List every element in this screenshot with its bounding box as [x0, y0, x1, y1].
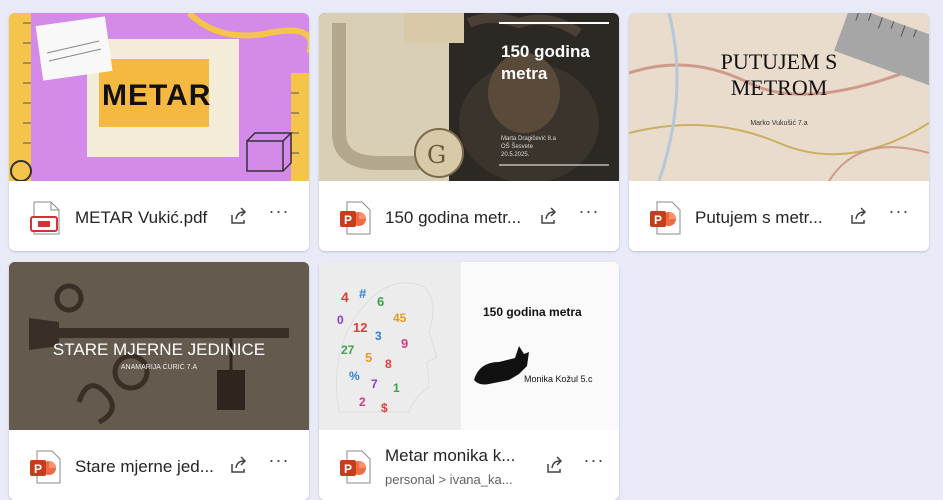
svg-text:6: 6: [377, 294, 384, 309]
svg-text:P: P: [654, 213, 662, 227]
svg-text:27: 27: [341, 343, 355, 357]
thumbnail-image: 4 # 6 45 0 12 3 9 27 5 8 % 7 1 2 $: [319, 262, 619, 430]
file-card-metar-pdf[interactable]: METAR METAR Vukić.pdf ···: [9, 13, 309, 251]
more-options-icon[interactable]: ···: [887, 202, 911, 227]
thumbnail-title: STARE MJERNE JEDINICE: [52, 340, 266, 359]
svg-text:3: 3: [375, 329, 382, 343]
pdf-file-icon: [29, 201, 63, 235]
file-name[interactable]: Metar monika k...: [385, 446, 539, 466]
thumbnail-subtitle: Marko Vukušić 7.a: [750, 120, 808, 127]
thumbnail-title: PUTUJEM S METROM: [720, 49, 838, 100]
thumbnail-subtitle: Marta Dragičević 8.a OŠ Šesvete 20.5.202…: [501, 136, 557, 158]
svg-text:1: 1: [393, 381, 400, 395]
file-name[interactable]: METAR Vukić.pdf: [75, 208, 229, 228]
file-thumbnail[interactable]: 4 # 6 45 0 12 3 9 27 5 8 % 7 1 2 $ 150 g…: [319, 262, 619, 430]
thumbnail-image: G: [319, 13, 609, 181]
more-options-icon[interactable]: ···: [267, 202, 291, 227]
svg-text:8: 8: [385, 357, 392, 371]
share-icon[interactable]: [849, 206, 869, 226]
powerpoint-file-icon: P: [29, 450, 63, 484]
svg-text:$: $: [381, 401, 388, 415]
more-options-icon[interactable]: ···: [582, 451, 606, 476]
file-card-putujem[interactable]: PUTUJEM S METROM Marko Vukušić 7.a P Put…: [629, 13, 929, 251]
svg-text:%: %: [349, 369, 360, 383]
file-thumbnail[interactable]: STARE MJERNE JEDINICE ANAMARIJA ĆURIĆ 7.…: [9, 262, 309, 430]
file-card-footer: P Stare mjerne jed... ···: [9, 430, 309, 500]
svg-text:P: P: [34, 462, 42, 476]
svg-text:P: P: [344, 462, 352, 476]
file-card-footer: METAR Vukić.pdf ···: [9, 181, 309, 251]
svg-text:4: 4: [341, 289, 349, 305]
file-card-metar-monika[interactable]: 4 # 6 45 0 12 3 9 27 5 8 % 7 1 2 $ 150 g…: [319, 262, 619, 500]
file-card-footer: P Putujem s metr... ···: [629, 181, 929, 251]
share-icon[interactable]: [539, 206, 559, 226]
file-path: personal > ivana_ka...: [385, 472, 513, 487]
powerpoint-file-icon: P: [339, 450, 373, 484]
svg-text:7: 7: [371, 377, 378, 391]
file-name[interactable]: Putujem s metr...: [695, 208, 849, 228]
svg-text:9: 9: [401, 336, 408, 351]
more-options-icon[interactable]: ···: [267, 451, 291, 476]
svg-text:G: G: [427, 141, 446, 169]
file-card-footer: P Metar monika k... personal > ivana_ka.…: [319, 430, 619, 500]
svg-text:#: #: [359, 286, 367, 301]
thumbnail-title: 150 godina metra: [501, 42, 590, 83]
svg-text:45: 45: [393, 311, 407, 325]
file-card-stare-mjerne[interactable]: STARE MJERNE JEDINICE ANAMARIJA ĆURIĆ 7.…: [9, 262, 309, 500]
share-icon[interactable]: [545, 455, 565, 475]
file-card-150-godina[interactable]: G 150 godina metra Marta Dragičević 8.a …: [319, 13, 619, 251]
powerpoint-file-icon: P: [339, 201, 373, 235]
file-thumbnail[interactable]: METAR: [9, 13, 309, 181]
file-card-footer: P 150 godina metr... ···: [319, 181, 619, 251]
thumbnail-title: 150 godina metra: [483, 305, 582, 319]
share-icon[interactable]: [229, 206, 249, 226]
more-options-icon[interactable]: ···: [577, 202, 601, 227]
svg-text:2: 2: [359, 395, 366, 409]
svg-text:5: 5: [365, 350, 372, 365]
svg-text:12: 12: [353, 320, 367, 335]
svg-text:0: 0: [337, 313, 344, 327]
file-thumbnail[interactable]: G 150 godina metra Marta Dragičević 8.a …: [319, 13, 619, 181]
powerpoint-file-icon: P: [649, 201, 683, 235]
thumbnail-subtitle: Monika Kožul 5.c: [524, 374, 593, 384]
file-name[interactable]: 150 godina metr...: [385, 208, 539, 228]
svg-text:P: P: [344, 213, 352, 227]
file-thumbnail[interactable]: PUTUJEM S METROM Marko Vukušić 7.a: [629, 13, 929, 181]
file-name[interactable]: Stare mjerne jed...: [75, 457, 229, 477]
thumbnail-subtitle: ANAMARIJA ĆURIĆ 7.A: [120, 364, 198, 371]
share-icon[interactable]: [229, 455, 249, 475]
thumbnail-title: METAR: [102, 79, 212, 112]
